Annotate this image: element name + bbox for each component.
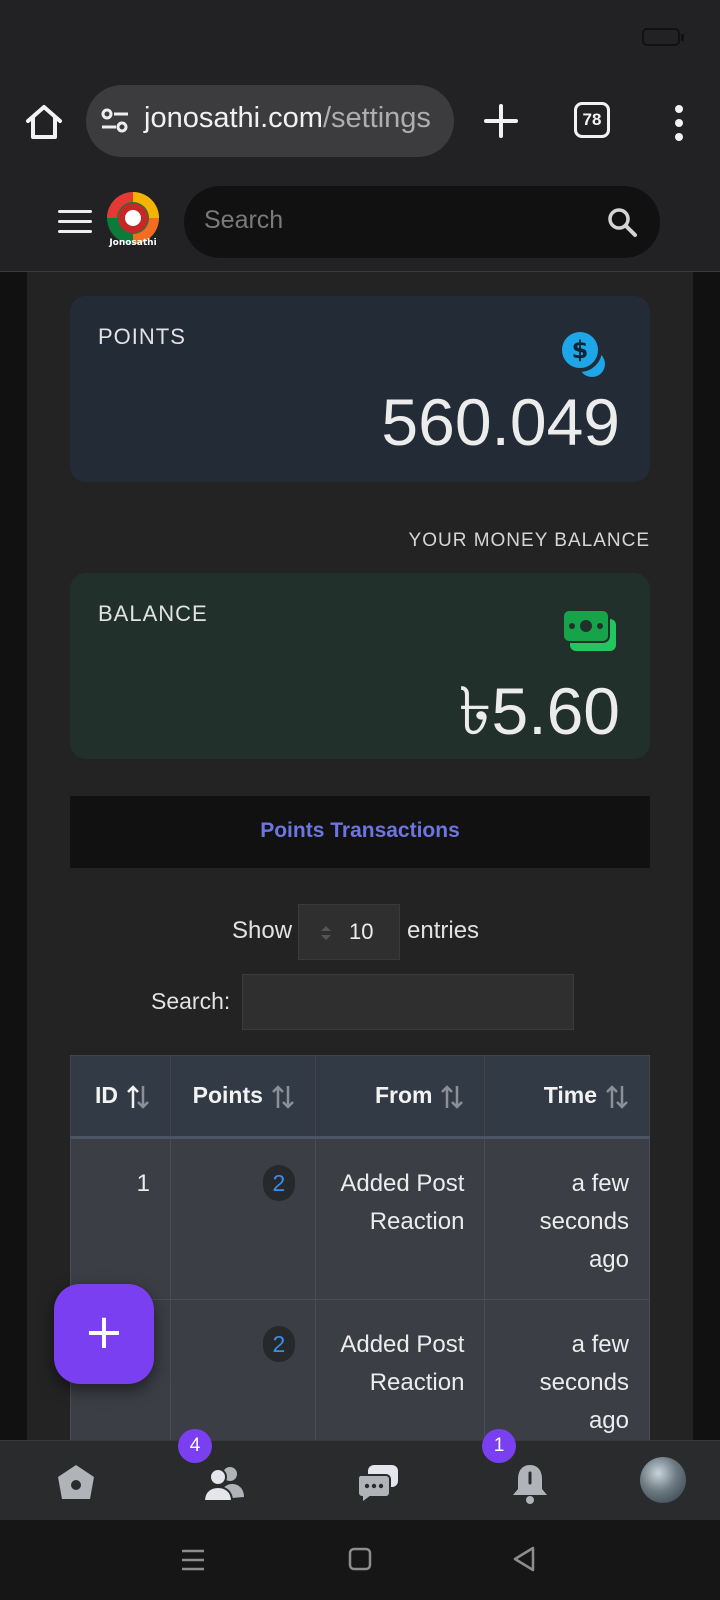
create-post-button[interactable]: + — [54, 1284, 154, 1384]
url-host: jonosathi.com — [144, 102, 323, 134]
table-row: 1 2 Added Post Reaction a few seconds ag… — [70, 1137, 650, 1300]
sort-icon — [127, 1085, 149, 1109]
column-header-from[interactable]: From — [314, 1055, 486, 1139]
select-arrows-icon — [321, 926, 331, 940]
battery-icon: 96 — [642, 28, 684, 46]
balance-label: BALANCE — [98, 601, 208, 626]
entries-length-control: Show 10 entries — [27, 904, 693, 960]
notifications-badge: 1 — [482, 1429, 516, 1463]
show-label: Show — [232, 917, 293, 944]
friends-nav-item[interactable]: 4 — [178, 1429, 246, 1505]
cell-from: Added Post Reaction — [314, 1299, 486, 1440]
menu-icon[interactable] — [58, 210, 92, 236]
back-icon[interactable] — [512, 1546, 536, 1572]
cell-points: 2 — [169, 1137, 316, 1300]
site-settings-icon[interactable] — [100, 107, 130, 135]
friends-icon — [202, 1467, 244, 1502]
entries-label: entries — [407, 917, 480, 944]
site-logo-text: Jonosathi — [109, 238, 157, 248]
table-search-label: Search: — [151, 988, 231, 1014]
points-transactions-table: ID Points From Time 1 2 Added Post React… — [70, 1055, 650, 1440]
table-header-row: ID Points From Time — [70, 1055, 650, 1139]
points-label: POINTS — [98, 324, 186, 349]
money-balance-title: YOUR MONEY BALANCE — [408, 530, 650, 551]
entries-select[interactable]: 10 — [298, 904, 400, 960]
bottom-nav: 4 1 — [0, 1429, 720, 1520]
points-card: POINTS $ 560.049 — [70, 296, 650, 482]
points-value: 560.049 — [381, 385, 620, 459]
column-header-time[interactable]: Time — [484, 1055, 650, 1139]
new-tab-icon[interactable] — [482, 102, 520, 140]
entries-select-value: 10 — [349, 919, 374, 944]
site-search-input[interactable]: Search — [204, 206, 283, 235]
tab-switcher-button[interactable]: 78 — [574, 102, 610, 138]
sort-icon — [272, 1085, 294, 1109]
balance-card: BALANCE ৳5.60 — [70, 573, 650, 759]
messages-nav-icon[interactable] — [356, 1461, 400, 1505]
system-navigation-bar — [0, 1520, 720, 1600]
points-transactions-label: Points Transactions — [260, 819, 460, 842]
site-search-box[interactable]: Search — [184, 186, 660, 258]
url-path: /settings — [322, 102, 431, 134]
cell-points: 2 — [169, 1299, 316, 1440]
friends-badge: 4 — [178, 1429, 212, 1463]
bell-icon — [513, 1465, 547, 1504]
sort-icon — [441, 1085, 464, 1109]
cell-time: a few seconds ago — [484, 1137, 650, 1300]
cell-from: Added Post Reaction — [314, 1137, 486, 1300]
column-header-label: ID — [94, 1082, 118, 1109]
table-row: 2 Added Post Reaction a few seconds ago — [70, 1299, 650, 1440]
notifications-nav-item[interactable]: 1 — [482, 1429, 552, 1505]
balance-value: ৳5.60 — [458, 674, 620, 748]
cash-icon — [562, 609, 616, 651]
page-gutter-left — [0, 272, 27, 1440]
page-gutter-right — [693, 272, 720, 1440]
tab-points-transactions[interactable]: Points Transactions — [70, 796, 650, 868]
search-icon[interactable] — [606, 206, 638, 238]
table-search-control: Search: — [27, 974, 693, 1030]
points-badge: 2 — [262, 1326, 295, 1362]
site-header: Jonosathi Search — [0, 182, 720, 272]
profile-avatar[interactable] — [640, 1457, 686, 1503]
browser-toolbar: jonosathi.com/settings 78 — [0, 80, 720, 182]
home-icon[interactable] — [22, 100, 66, 144]
column-header-label: From — [374, 1082, 433, 1109]
sort-icon — [606, 1085, 628, 1109]
recent-apps-icon[interactable] — [180, 1548, 206, 1572]
coin-dollar-icon: $ — [558, 328, 605, 377]
column-header-label: Time — [543, 1082, 597, 1109]
status-bar: 96 — [0, 0, 720, 80]
svg-text:$: $ — [572, 336, 589, 364]
url-text[interactable]: jonosathi.com/settings — [144, 102, 431, 135]
home-system-icon[interactable] — [348, 1547, 372, 1571]
column-header-label: Points — [192, 1082, 263, 1109]
cell-time: a few seconds ago — [484, 1299, 650, 1440]
column-header-id[interactable]: ID — [70, 1055, 171, 1139]
wallet-content: POINTS $ 560.049 YOUR MONEY BALANCE BALA… — [27, 272, 693, 1440]
table-search-input[interactable] — [242, 974, 574, 1030]
home-nav-icon[interactable] — [54, 1461, 98, 1505]
cell-id: 1 — [70, 1137, 171, 1300]
column-header-points[interactable]: Points — [169, 1055, 316, 1139]
more-menu-icon[interactable] — [664, 102, 694, 142]
points-badge: 2 — [262, 1165, 295, 1201]
address-bar[interactable]: jonosathi.com/settings — [86, 85, 454, 157]
